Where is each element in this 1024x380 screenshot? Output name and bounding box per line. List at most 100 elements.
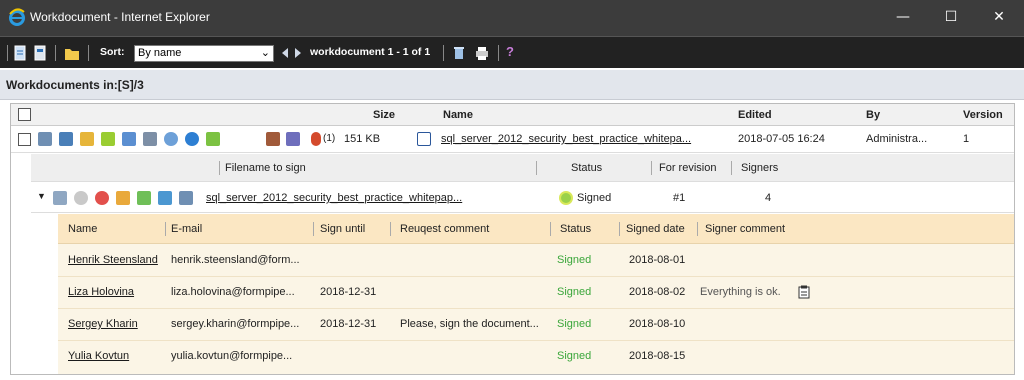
signer-signed-date: 2018-08-01 [629, 254, 686, 266]
sign-row[interactable]: ▼ sql_server_2012_security_best_practice… [31, 183, 1014, 213]
signature-count: (1) [323, 133, 336, 144]
link-icon[interactable] [143, 132, 157, 146]
chevron-down-icon: ⌄ [260, 47, 270, 59]
signer-name-link[interactable]: Henrik Steensland [68, 254, 158, 266]
checkout-icon[interactable] [101, 132, 115, 146]
maximize-button[interactable]: ☐ [928, 0, 974, 36]
signer-email: yulia.kovtun@formpipe... [171, 350, 293, 362]
signed-status-icon [559, 191, 573, 205]
remove-signer-icon[interactable] [95, 191, 109, 205]
signing-settings-icon[interactable] [53, 191, 67, 205]
select-all-checkbox[interactable] [18, 108, 31, 121]
signer-row[interactable]: Yulia Kovtun yulia.kovtun@formpipe... Si… [58, 341, 1014, 373]
column-by[interactable]: By [866, 109, 880, 121]
folder-icon[interactable] [64, 44, 80, 62]
folder-move-icon[interactable] [116, 191, 130, 205]
print-icon[interactable] [474, 44, 490, 62]
signer-status: Signed [557, 318, 592, 330]
column-divider [651, 161, 652, 175]
column-version[interactable]: Version [963, 109, 1003, 121]
toolbar-separator [7, 45, 8, 61]
document-properties-icon[interactable] [33, 44, 47, 62]
signer-row[interactable]: Liza Holovina liza.holovina@formpipe... … [58, 277, 1014, 309]
signers-header: Name E-mail Sign until Reuqest comment S… [58, 214, 1014, 244]
signer-email: henrik.steensland@form... [171, 254, 300, 266]
signer-row[interactable]: Henrik Steensland henrik.steensland@form… [58, 245, 1014, 277]
column-divider [731, 161, 732, 175]
document-version: 1 [963, 133, 970, 145]
workdocuments-table: Size Name Edited By Version (1) 151 KB s… [10, 103, 1015, 375]
previous-arrow-icon[interactable] [280, 44, 290, 62]
signers-col-request-comment: Reuqest comment [400, 223, 490, 235]
sign-header: Filename to sign Status For revision Sig… [31, 154, 1014, 182]
page-title: Workdocuments in:[S]/3 [6, 78, 144, 92]
signers-col-sign-until: Sign until [320, 223, 366, 235]
column-name[interactable]: Name [443, 109, 473, 121]
signer-row[interactable]: Sergey Kharin sergey.kharin@formpipe... … [58, 309, 1014, 341]
signers-panel: Name E-mail Sign until Reuqest comment S… [58, 214, 1014, 374]
info-icon[interactable] [185, 132, 199, 146]
add-signer-icon[interactable] [137, 191, 151, 205]
lock-icon[interactable] [80, 132, 94, 146]
reminder-icon[interactable] [158, 191, 172, 205]
column-edited[interactable]: Edited [738, 109, 772, 121]
signer-email: sergey.kharin@formpipe... [171, 318, 300, 330]
trash-icon[interactable] [179, 191, 193, 205]
signers-col-name: Name [68, 223, 98, 235]
sign-col-revision: For revision [659, 162, 717, 174]
delete-icon[interactable] [38, 132, 52, 146]
column-divider [619, 222, 620, 236]
column-size[interactable]: Size [373, 109, 395, 121]
search-icon[interactable] [286, 132, 300, 146]
signer-request-comment: Please, sign the document... [400, 318, 539, 330]
document-checkbox[interactable] [18, 133, 31, 146]
sign-filename-link[interactable]: sql_server_2012_security_best_practice_w… [206, 192, 462, 204]
signature-icon[interactable] [311, 132, 321, 146]
signer-status: Signed [557, 350, 592, 362]
toolbar-separator [55, 45, 56, 61]
signer-sign-until: 2018-12-31 [320, 318, 377, 330]
document-row[interactable]: (1) 151 KB sql_server_2012_security_best… [11, 127, 1014, 153]
new-document-icon[interactable] [13, 44, 27, 62]
signer-name-link[interactable]: Yulia Kovtun [68, 350, 129, 362]
column-divider [536, 161, 537, 175]
sign-col-filename: Filename to sign [225, 162, 306, 174]
signer-name-link[interactable]: Liza Holovina [68, 286, 134, 298]
edit-pen-icon[interactable] [206, 132, 220, 146]
sort-select[interactable]: By name ⌄ [134, 45, 274, 62]
copy-icon[interactable] [122, 132, 136, 146]
signer-signed-date: 2018-08-02 [629, 286, 686, 298]
sign-signers-count: 4 [765, 192, 772, 204]
signer-email: liza.holovina@formpipe... [171, 286, 295, 298]
next-arrow-icon[interactable] [293, 44, 303, 62]
toolbar-separator [443, 45, 444, 61]
document-name-link[interactable]: sql_server_2012_security_best_practice_w… [441, 133, 691, 145]
sort-label: Sort: [100, 46, 125, 58]
properties-icon[interactable] [59, 132, 73, 146]
sign-revision: #1 [673, 192, 686, 204]
signer-signed-date: 2018-08-15 [629, 350, 686, 362]
sign-status: Signed [577, 192, 612, 204]
document-size: 151 KB [344, 133, 381, 145]
window-title: Workdocument - Internet Explorer [30, 10, 210, 24]
expand-caret-icon[interactable]: ▼ [37, 191, 46, 201]
column-divider [219, 161, 220, 175]
toolbar-separator [498, 45, 499, 61]
workdocuments-heading-bar: Workdocuments in:[S]/3 [0, 70, 1024, 100]
trash-icon[interactable] [452, 44, 466, 62]
minimize-button[interactable]: — [880, 0, 926, 36]
clipboard-icon[interactable] [798, 285, 810, 299]
pagination-text: workdocument 1 - 1 of 1 [310, 46, 431, 58]
signer-signed-date: 2018-08-10 [629, 318, 686, 330]
close-button[interactable]: ✕ [976, 0, 1022, 36]
disabled-icon[interactable] [74, 191, 88, 205]
signers-col-signer-comment: Signer comment [705, 223, 786, 235]
help-icon[interactable]: ? [506, 44, 514, 59]
signer-comment: Everything is ok. [700, 286, 781, 298]
approve-icon[interactable] [164, 132, 178, 146]
signer-status: Signed [557, 254, 592, 266]
signer-name-link[interactable]: Sergey Kharin [68, 318, 138, 330]
export-icon[interactable] [266, 132, 280, 146]
column-divider [165, 222, 166, 236]
column-divider [697, 222, 698, 236]
